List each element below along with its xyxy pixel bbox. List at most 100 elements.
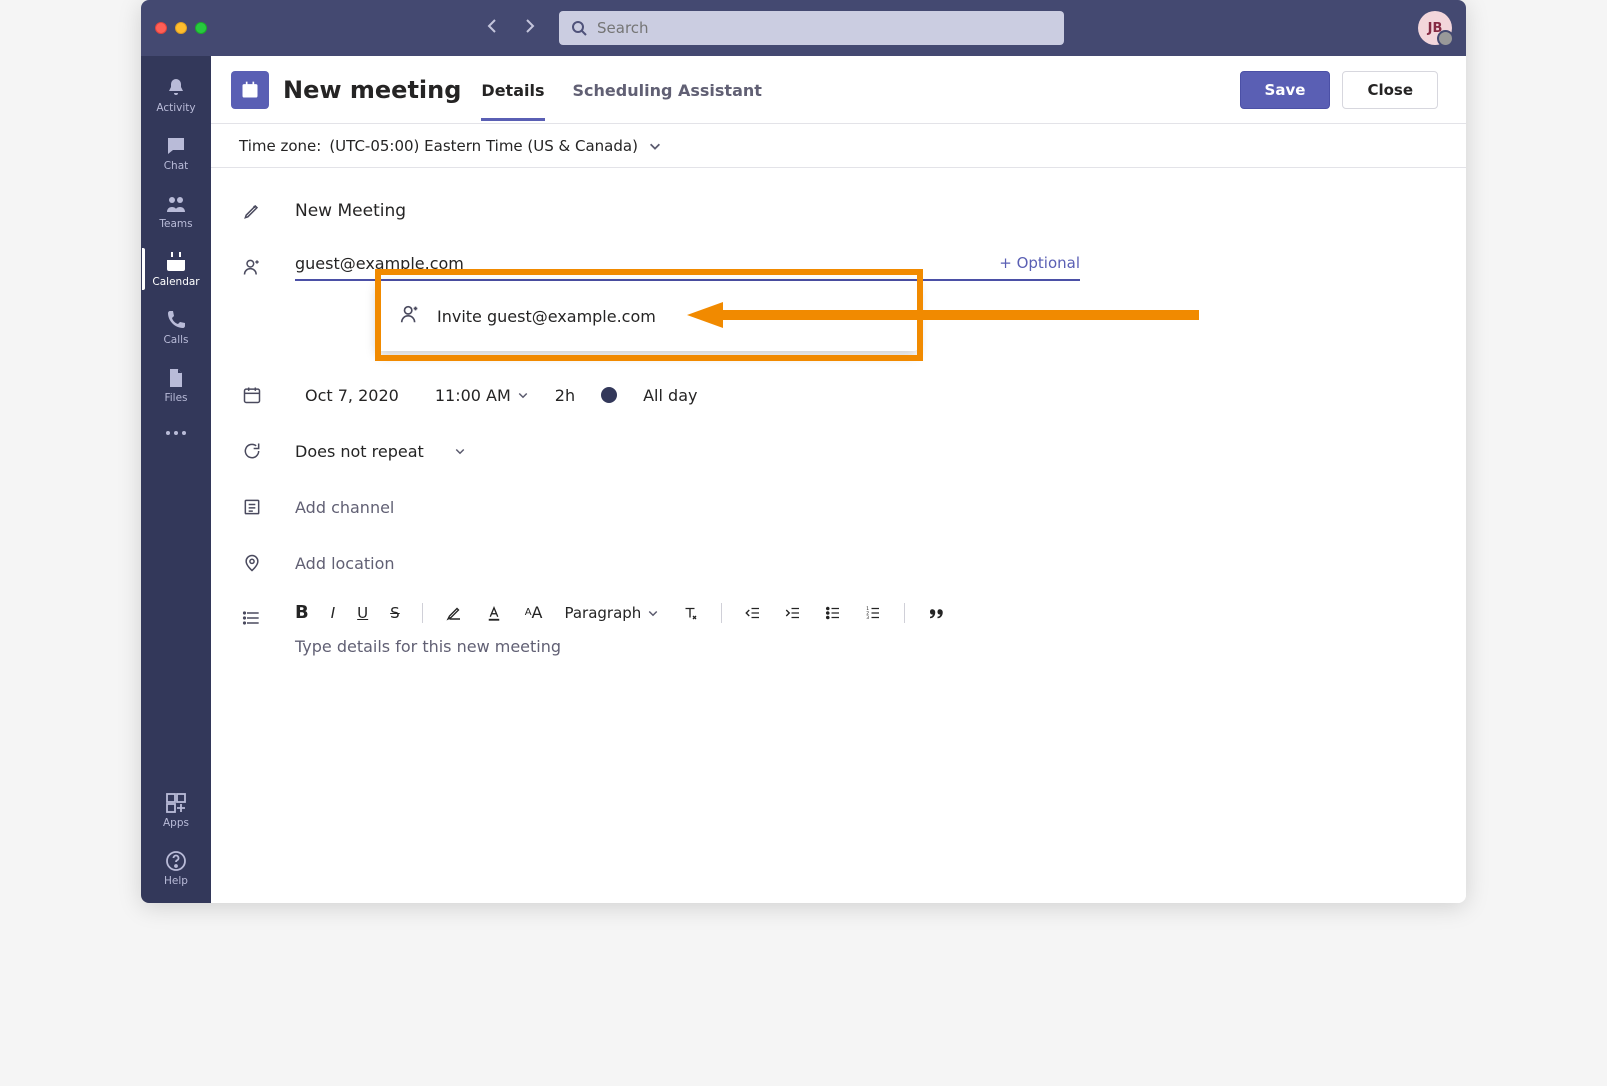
separator [422, 603, 423, 623]
rail-teams[interactable]: Teams [142, 182, 210, 240]
add-person-icon [399, 303, 421, 329]
details-textarea[interactable]: Type details for this new meeting [295, 637, 1438, 656]
toggle-dot-icon [601, 387, 617, 403]
meeting-form: New Meeting guest@example.com + Optional [211, 168, 1466, 682]
titlebar: JB [141, 0, 1466, 56]
rail-help[interactable]: Help [142, 839, 210, 897]
rail-label: Help [164, 875, 188, 887]
nav-forward-icon[interactable] [521, 18, 537, 38]
rail-label: Calendar [152, 276, 199, 288]
location-input[interactable]: Add location [295, 554, 1438, 573]
channel-row: Add channel [239, 490, 1438, 524]
pencil-icon [239, 201, 265, 221]
rail-activity[interactable]: Activity [142, 66, 210, 124]
rail-label: Teams [159, 218, 192, 230]
bell-icon [164, 76, 188, 100]
duration-label: 2h [555, 386, 575, 405]
title-input[interactable]: New Meeting [295, 201, 1438, 221]
rail-apps[interactable]: Apps [142, 781, 210, 839]
title-row: New Meeting [239, 194, 1438, 228]
location-row: Add location [239, 546, 1438, 580]
close-button[interactable]: Close [1342, 71, 1438, 109]
more-icon [164, 431, 188, 435]
help-icon [164, 849, 188, 873]
add-optional-link[interactable]: + Optional [999, 254, 1080, 272]
indent-button[interactable] [784, 604, 802, 622]
separator [904, 603, 905, 623]
rail-files[interactable]: Files [142, 356, 210, 414]
richtext-toolbar: B I U S AA Paragraph [295, 602, 1438, 623]
strike-button[interactable]: S [390, 604, 400, 622]
attendee-input[interactable]: guest@example.com [295, 254, 987, 273]
rail-label: Activity [156, 102, 195, 114]
header-tabs: Details Scheduling Assistant [481, 59, 761, 120]
recurrence-row: Does not repeat [239, 434, 1438, 468]
invite-suggestion-label: Invite guest@example.com [437, 307, 656, 326]
chevron-down-icon [648, 139, 662, 153]
tab-scheduling-assistant[interactable]: Scheduling Assistant [573, 59, 762, 120]
avatar[interactable]: JB [1418, 11, 1452, 45]
recurrence-dropdown[interactable]: Does not repeat [295, 442, 466, 461]
window-controls [155, 22, 207, 34]
page-header: New meeting Details Scheduling Assistant… [211, 56, 1466, 124]
svg-text:3: 3 [867, 615, 870, 621]
page-title: New meeting [283, 76, 461, 104]
allday-label: All day [643, 386, 697, 405]
tab-details[interactable]: Details [481, 59, 544, 120]
highlight-button[interactable] [445, 604, 463, 622]
rail-calendar[interactable]: Calendar [142, 240, 210, 298]
teams-icon [164, 192, 188, 216]
save-button[interactable]: Save [1240, 71, 1331, 109]
attendees-row: guest@example.com + Optional [239, 250, 1438, 284]
phone-icon [164, 308, 188, 332]
number-list-button[interactable]: 123 [864, 604, 882, 622]
rail-more[interactable] [141, 414, 211, 452]
details-row: B I U S AA Paragraph [239, 602, 1438, 656]
timezone-label: Time zone: [239, 137, 321, 155]
bold-button[interactable]: B [295, 602, 309, 623]
rail-label: Calls [163, 334, 188, 346]
bullet-list-button[interactable] [824, 604, 842, 622]
clear-formatting-button[interactable] [681, 604, 699, 622]
rail-chat[interactable]: Chat [142, 124, 210, 182]
channel-input[interactable]: Add channel [295, 498, 1438, 517]
allday-toggle[interactable] [601, 387, 617, 403]
rail-calls[interactable]: Calls [142, 298, 210, 356]
recurrence-value: Does not repeat [295, 442, 424, 461]
underline-button[interactable]: U [357, 604, 368, 622]
app-rail: Activity Chat Teams Calendar Calls Files [141, 56, 211, 903]
font-size-button[interactable]: AA [525, 603, 543, 622]
timezone-value: (UTC-05:00) Eastern Time (US & Canada) [329, 137, 638, 155]
apps-icon [164, 791, 188, 815]
timezone-bar[interactable]: Time zone: (UTC-05:00) Eastern Time (US … [211, 124, 1466, 168]
start-time-picker[interactable]: 11:00 AM [435, 386, 529, 405]
rail-label: Files [164, 392, 187, 404]
chevron-down-icon [647, 607, 659, 619]
start-date-picker[interactable]: Oct 7, 2020 [295, 382, 409, 409]
search-input[interactable] [597, 19, 1052, 37]
file-icon [164, 366, 188, 390]
calendar-badge-icon [231, 71, 269, 109]
datetime-row: Oct 7, 2020 11:00 AM 2h All day [239, 378, 1438, 412]
rail-label: Chat [164, 160, 189, 172]
italic-button[interactable]: I [331, 604, 335, 622]
outdent-button[interactable] [744, 604, 762, 622]
time-value: 11:00 AM [435, 386, 511, 405]
content: New meeting Details Scheduling Assistant… [211, 56, 1466, 903]
add-person-icon [239, 257, 265, 277]
search-box[interactable] [559, 11, 1064, 45]
paragraph-dropdown[interactable]: Paragraph [564, 604, 659, 622]
maximize-window[interactable] [195, 22, 207, 34]
quote-button[interactable] [927, 604, 945, 622]
channel-icon [239, 497, 265, 517]
chevron-down-icon [517, 389, 529, 401]
nav-back-icon[interactable] [485, 18, 501, 38]
minimize-window[interactable] [175, 22, 187, 34]
close-window[interactable] [155, 22, 167, 34]
invite-suggestion[interactable]: Invite guest@example.com [377, 281, 918, 351]
chevron-down-icon [454, 445, 466, 457]
font-color-button[interactable] [485, 604, 503, 622]
chat-icon [164, 134, 188, 158]
calendar-icon [164, 250, 188, 274]
separator [721, 603, 722, 623]
